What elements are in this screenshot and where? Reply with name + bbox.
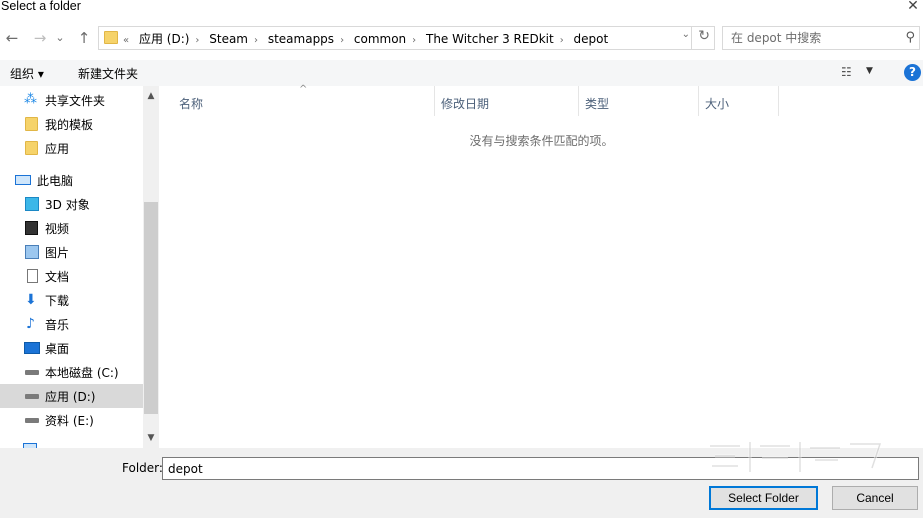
sidebar-item-my-templates[interactable]: 我的模板 bbox=[0, 112, 143, 136]
sidebar-item-videos[interactable]: 视频 bbox=[0, 216, 143, 240]
navigation-bar: ← → ⌄ ↑ « 应用 (D:) › Steam › steamapps › com… bbox=[0, 22, 923, 56]
sidebar-item-drive-e[interactable]: 资料 (E:) bbox=[0, 408, 143, 432]
sidebar-item-label: 应用 bbox=[45, 142, 70, 156]
sidebar-item-drive-d[interactable]: 应用 (D:) bbox=[0, 384, 143, 408]
drive-icon bbox=[25, 394, 39, 399]
sidebar-item-this-pc[interactable]: 此电脑 bbox=[0, 168, 143, 192]
chevron-right-icon[interactable]: › bbox=[412, 35, 416, 46]
search-box[interactable]: ⚲ bbox=[722, 26, 920, 50]
cancel-button[interactable]: Cancel bbox=[832, 486, 918, 510]
breadcrumb-item[interactable]: The Witcher 3 REDkit bbox=[426, 32, 554, 46]
breadcrumb-item[interactable]: steamapps bbox=[268, 32, 334, 46]
chevron-right-icon[interactable]: › bbox=[560, 35, 564, 46]
overflow-chevron-icon[interactable]: « bbox=[123, 35, 129, 46]
organize-button[interactable]: 组织 ▾ bbox=[10, 65, 44, 82]
pictures-icon bbox=[25, 245, 39, 259]
chevron-right-icon[interactable]: › bbox=[254, 35, 258, 46]
folder-label: Folder: bbox=[122, 461, 163, 475]
address-bar[interactable]: « 应用 (D:) › Steam › steamapps › common › The… bbox=[98, 26, 715, 50]
sidebar-item-pictures[interactable]: 图片 bbox=[0, 240, 143, 264]
sidebar-item-drive-c[interactable]: 本地磁盘 (C:) bbox=[0, 360, 143, 384]
3d-objects-icon bbox=[25, 197, 39, 211]
drive-icon bbox=[25, 370, 39, 375]
folder-icon bbox=[25, 141, 38, 155]
sidebar-item-label: 图片 bbox=[45, 246, 70, 260]
sidebar-item-label: 桌面 bbox=[45, 342, 70, 356]
scroll-down-arrow-icon[interactable]: ▼ bbox=[143, 430, 159, 446]
command-bar: 组织 ▾ 新建文件夹 ☷ ▼ ? bbox=[0, 60, 923, 86]
file-list: ^ 名称 修改日期 类型 大小 没有与搜索条件匹配的项。 bbox=[160, 84, 923, 448]
breadcrumb-item[interactable]: 应用 (D:) bbox=[139, 30, 189, 47]
search-input[interactable] bbox=[723, 27, 893, 49]
sidebar-item-label: 视频 bbox=[45, 222, 70, 236]
folder-icon bbox=[104, 31, 118, 44]
downloads-icon: ⬇ bbox=[25, 292, 37, 308]
folder-icon bbox=[25, 117, 38, 131]
sidebar-item-label: 应用 (D:) bbox=[45, 390, 96, 404]
recent-locations-chevron-icon[interactable]: ⌄ bbox=[53, 27, 67, 49]
up-arrow-icon[interactable]: ↑ bbox=[74, 27, 94, 49]
sidebar-item-label: 3D 对象 bbox=[45, 198, 90, 212]
sidebar-item-label: 资料 (E:) bbox=[45, 414, 94, 428]
empty-message: 没有与搜索条件匹配的项。 bbox=[469, 134, 614, 148]
column-header-date-modified[interactable]: 修改日期 bbox=[435, 86, 579, 116]
address-divider bbox=[691, 27, 692, 49]
new-folder-button[interactable]: 新建文件夹 bbox=[78, 65, 138, 82]
forward-arrow-icon[interactable]: → bbox=[30, 27, 50, 49]
sidebar-item-label: 下载 bbox=[45, 294, 70, 308]
drive-icon bbox=[25, 418, 39, 423]
sidebar-item-desktop[interactable]: 桌面 bbox=[0, 336, 143, 360]
sidebar-item-downloads[interactable]: ⬇ 下载 bbox=[0, 288, 143, 312]
footer-panel: Folder: Select Folder Cancel bbox=[0, 448, 923, 518]
sidebar-item-label: 此电脑 bbox=[37, 174, 74, 188]
search-icon[interactable]: ⚲ bbox=[905, 30, 915, 45]
sidebar-item-documents[interactable]: 文档 bbox=[0, 264, 143, 288]
sidebar-item-music[interactable]: ♪ 音乐 bbox=[0, 312, 143, 336]
column-header-size[interactable]: 大小 bbox=[699, 86, 779, 116]
view-options-icon[interactable]: ☷ bbox=[841, 65, 852, 79]
documents-icon bbox=[27, 269, 38, 283]
sidebar-item-apps-folder[interactable]: 应用 bbox=[0, 136, 143, 160]
address-dropdown-chevron-icon[interactable]: ⌄ bbox=[682, 29, 690, 40]
music-icon: ♪ bbox=[26, 316, 35, 332]
computer-icon bbox=[15, 175, 31, 185]
scroll-up-arrow-icon[interactable]: ▲ bbox=[143, 88, 159, 104]
refresh-icon[interactable]: ↻ bbox=[698, 28, 710, 44]
folder-name-input[interactable] bbox=[162, 457, 919, 480]
sidebar-item-label: 文档 bbox=[45, 270, 70, 284]
close-icon[interactable]: ✕ bbox=[905, 0, 921, 14]
breadcrumb-item[interactable]: Steam bbox=[209, 32, 248, 46]
chevron-right-icon[interactable]: › bbox=[195, 35, 199, 46]
breadcrumb-item[interactable]: depot bbox=[574, 32, 609, 46]
breadcrumb: « 应用 (D:) › Steam › steamapps › common › The… bbox=[123, 30, 614, 47]
scrollbar-thumb[interactable] bbox=[144, 202, 158, 414]
view-dropdown-icon[interactable]: ▼ bbox=[866, 66, 873, 76]
back-arrow-icon[interactable]: ← bbox=[2, 27, 22, 49]
help-icon[interactable]: ? bbox=[904, 64, 921, 81]
window-title: Select a folder bbox=[1, 0, 81, 13]
share-icon: ⁂ bbox=[24, 92, 37, 107]
column-header-type[interactable]: 类型 bbox=[579, 86, 699, 116]
video-icon bbox=[25, 221, 38, 235]
sidebar-item-label: 音乐 bbox=[45, 318, 70, 332]
navigation-scrollbar[interactable]: ▲ ▼ bbox=[143, 86, 159, 448]
desktop-icon bbox=[24, 342, 40, 354]
sidebar-item-label: 我的模板 bbox=[45, 118, 94, 132]
title-bar: Select a folder ✕ bbox=[0, 0, 923, 18]
sidebar-item-shared-folder[interactable]: ⁂ 共享文件夹 bbox=[0, 88, 143, 112]
breadcrumb-item[interactable]: common bbox=[354, 32, 406, 46]
column-header-name[interactable]: 名称 bbox=[173, 86, 435, 116]
sidebar-item-network-partial[interactable] bbox=[0, 438, 143, 448]
navigation-pane: ⁂ 共享文件夹 我的模板 应用 此电脑 3D 对象 视频 图片 文档 ⬇ 下载 … bbox=[0, 86, 160, 448]
sidebar-item-label: 本地磁盘 (C:) bbox=[45, 366, 119, 380]
sidebar-item-3d-objects[interactable]: 3D 对象 bbox=[0, 192, 143, 216]
sidebar-item-label: 共享文件夹 bbox=[45, 94, 106, 108]
chevron-right-icon[interactable]: › bbox=[340, 35, 344, 46]
select-folder-button[interactable]: Select Folder bbox=[709, 486, 818, 510]
